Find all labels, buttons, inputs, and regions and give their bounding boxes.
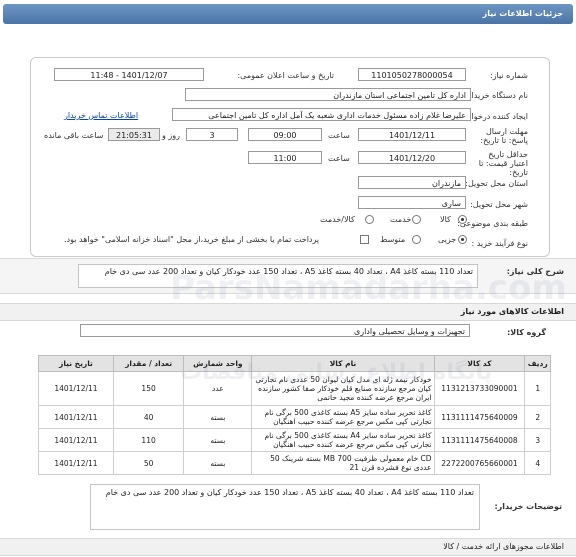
cell-name: کاغذ تحریر ساده سایز A4 بسته کاغذی 500 ب… [251,428,435,452]
col-date: تاریخ نیاز [38,355,114,372]
radio-goods-service-label: کالا/خدمت [320,215,355,224]
province-label: استان محل تحویل: [465,179,528,188]
need-number-label: شماره نیاز: [490,71,528,80]
cell-code: 1131111475640009 [433,405,526,429]
cell-row: 3 [524,428,551,452]
buyer-field: اداره کل تامین اجتماعی استان مازندران [185,88,471,101]
category-label: طبقه بندی موضوعی: [457,219,528,228]
goods-section-header: اطلاعات کالاهای مورد نیاز [0,303,576,321]
cell-code: 2272200765660001 [433,451,526,475]
radio-medium-label: متوسط [380,235,406,244]
summary-label: شرح کلی نیاز: [506,267,564,276]
buyer-contact-link[interactable]: اطلاعات تماس خریدار [64,111,138,120]
deadline-label: مهلت ارسال پاسخ: تا تاریخ: [480,127,528,145]
cell-date: 1401/12/11 [38,451,114,475]
col-name: نام کالا [251,355,435,372]
cell-qty: 50 [112,451,185,475]
radio-minor[interactable] [458,235,467,244]
goods-table: ردیف کد کالا نام کالا واحد شمارش تعداد /… [38,355,551,475]
treasury-text: پرداخت تمام یا بخشی از مبلغ خرید،از محل … [64,235,320,244]
group-field: تجهیزات و وسایل تحصیلی واداری [80,324,470,337]
days-label: روز و [162,131,180,140]
announce-label: تاریخ و ساعت اعلان عمومی: [237,71,334,80]
province-field: مازندران [358,176,466,189]
notes-text: تعداد 110 بسته کاغذ A4 ، تعداد 40 بسته ک… [90,484,480,530]
col-row: ردیف [524,355,551,372]
need-number-field: 1101050278000054 [358,68,466,81]
treasury-checkbox[interactable] [360,235,369,244]
notes-label: توضیحات خریدار: [494,502,562,511]
radio-service[interactable] [412,215,421,224]
col-unit: واحد شمارش [183,355,253,372]
deadline-date-field: 1401/12/11 [358,128,466,141]
deadline-time-field: 09:00 [248,128,322,141]
col-qty: تعداد / مقدار [112,355,185,372]
cell-unit: بسته [183,451,253,475]
page-title: جزئیات اطلاعات نیاز [482,9,563,18]
buyer-label: نام دستگاه خریدار: [465,91,528,100]
cell-row: 2 [524,405,551,429]
cell-date: 1401/12/11 [38,405,114,429]
radio-minor-label: جزیی [438,235,457,244]
deadline-time-label: ساعت [328,131,350,140]
radio-service-label: خدمت [390,215,412,224]
table-row: 4 2272200765660001 CD خام معمولی ظرفیت M… [38,451,551,475]
cell-name: خودکار نیمه ژله ای مدل کیان لیوان 50 عدد… [251,371,435,406]
cell-date: 1401/12/11 [38,428,114,452]
city-label: شهر محل تحویل: [470,200,528,209]
page-header: جزئیات اطلاعات نیاز [3,4,573,24]
cell-date: 1401/12/11 [38,371,114,406]
validity-time-label: ساعت [328,154,350,163]
footer-section: اطلاعات مجوزهای ارائه خدمت / کالا [0,538,576,556]
announce-field: 1401/12/07 - 11:48 [54,68,204,81]
validity-label: حداقل تاریخ اعتبار قیمت: تا تاریخ: [478,150,528,177]
radio-goods[interactable] [458,215,467,224]
cell-qty: 40 [112,405,185,429]
cell-qty: 110 [112,428,185,452]
cell-name: CD خام معمولی ظرفیت MB 700 بسته شرینک 50… [251,451,435,475]
col-code: کد کالا [433,355,526,372]
cell-unit: بسته [183,405,253,429]
creator-field: علیرضا غلام زاده مسئول خدمات اداری شعبه … [172,108,471,121]
radio-medium[interactable] [412,235,421,244]
remaining-time-field: 21:05:31 [108,128,160,141]
cell-qty: 150 [112,371,185,406]
table-row: 1 1131213733090001 خودکار نیمه ژله ای مد… [38,371,551,406]
cell-code: 1131213733090001 [433,371,526,406]
radio-goods-label: کالا [440,215,451,224]
validity-date-field: 1401/12/20 [358,151,466,164]
cell-unit: عدد [183,371,253,406]
cell-name: کاغذ تحریر ساده سایز A5 بسته کاغذی 500 ب… [251,405,435,429]
summary-text: تعداد 110 بسته کاغذ A4 ، تعداد 40 بسته ک… [78,264,478,288]
cell-unit: بسته [183,428,253,452]
cell-row: 1 [524,371,551,406]
remaining-label: ساعت باقی مانده [44,131,104,140]
radio-goods-service[interactable] [365,215,374,224]
cell-code: 1131111475640008 [433,428,526,452]
table-row: 3 1131111475640008 کاغذ تحریر ساده سایز … [38,428,551,452]
table-row: 2 1131111475640009 کاغذ تحریر ساده سایز … [38,405,551,429]
table-header-row: ردیف کد کالا نام کالا واحد شمارش تعداد /… [38,355,551,372]
process-label: نوع فرآیند خرید : [471,239,528,248]
days-field: 3 [186,128,238,141]
city-field: ساری [358,196,466,209]
cell-row: 4 [524,451,551,475]
validity-time-field: 11:00 [248,151,322,164]
goods-section-title: اطلاعات کالاهای مورد نیاز [460,307,564,316]
group-label: گروه کالا: [507,328,546,337]
footer-text: اطلاعات مجوزهای ارائه خدمت / کالا [443,542,564,551]
